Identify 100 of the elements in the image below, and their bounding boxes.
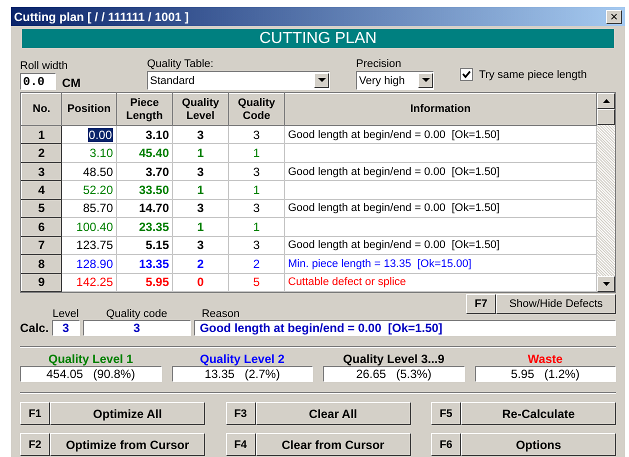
table-cell: 2 <box>172 254 228 273</box>
table-cell: Good length at begin/end = 0.00 [Ok=1.50] <box>284 162 596 181</box>
row-header[interactable]: 5 <box>22 199 62 218</box>
table-cell: 33.50 <box>116 180 172 200</box>
function-key-button[interactable]: F1 <box>20 402 50 425</box>
show-hide-defects-button[interactable]: Show/Hide Defects <box>496 294 616 314</box>
table-cell: 0 <box>172 273 228 292</box>
quality-code-label: Quality code <box>106 308 168 320</box>
summary-value: 26.65 (5.3%) <box>323 366 464 382</box>
table-cell[interactable]: 128.90 <box>76 256 113 271</box>
table-cell: 1 <box>172 144 228 162</box>
roll-width-label: Roll width <box>20 60 69 72</box>
roll-width-field[interactable]: 0.0 <box>20 73 56 90</box>
row-header[interactable]: 7 <box>22 236 62 255</box>
table-cell: Good length at begin/end = 0.00 [Ok=1.50] <box>284 236 596 255</box>
dropdown-arrow-icon <box>318 78 326 83</box>
table-cell: Min. piece length = 13.35 [Ok=15.00] <box>284 254 596 273</box>
action-button[interactable]: Clear All <box>256 402 410 425</box>
summary-value: 5.95 (1.2%) <box>474 366 616 382</box>
action-button[interactable]: Optimize All <box>50 402 205 425</box>
summary-label: Quality Level 2 <box>200 352 285 366</box>
checkbox-label: Try same piece length <box>479 68 587 80</box>
row-header[interactable]: 8 <box>22 254 62 273</box>
close-button[interactable]: × <box>606 10 622 24</box>
column-header[interactable]: Piece Length <box>116 94 172 126</box>
summary-value: 13.35 (2.7%) <box>172 366 313 382</box>
summary-label: Waste <box>528 352 563 366</box>
row-header[interactable]: 2 <box>22 144 62 162</box>
table-cell: 3 <box>172 199 228 218</box>
table-cell: 3 <box>172 162 228 181</box>
table-cell: 5.95 <box>116 273 172 292</box>
quality-table-label: Quality Table: <box>147 58 214 70</box>
row-header[interactable]: 6 <box>22 218 62 236</box>
table-cell: 3 <box>172 236 228 255</box>
checkbox[interactable] <box>460 68 473 81</box>
table-cell[interactable]: 100.40 <box>76 220 113 234</box>
reason-field: Good length at begin/end = 0.00 [Ok=1.50] <box>194 320 616 336</box>
table-cell: 3 <box>228 126 284 144</box>
row-header[interactable]: 4 <box>22 180 62 200</box>
unit-label: CM <box>62 76 81 90</box>
function-key-button[interactable]: F3 <box>226 402 256 425</box>
table-cell: 13.35 <box>116 254 172 273</box>
table-cell: 1 <box>228 180 284 200</box>
precision-dropdown[interactable]: Very high <box>356 71 434 90</box>
function-key-button[interactable]: F5 <box>431 402 461 425</box>
table-cell[interactable]: 48.50 <box>82 164 113 179</box>
table-cell[interactable]: 142.25 <box>76 275 113 290</box>
table-cell: 3 <box>228 162 284 181</box>
summary-label: Quality Level 3...9 <box>343 352 444 366</box>
table-cell: 3 <box>228 236 284 255</box>
table-cell: 5.15 <box>116 236 172 255</box>
table-cell: 1 <box>172 180 228 200</box>
table-cell[interactable]: 3.10 <box>90 146 113 160</box>
scroll-thumb[interactable] <box>597 109 615 125</box>
table-cell: 5 <box>228 273 284 292</box>
column-header[interactable]: Quality Code <box>228 94 284 126</box>
table-cell: 3 <box>228 199 284 218</box>
function-key-button[interactable]: F2 <box>20 433 50 456</box>
action-button[interactable]: Options <box>461 433 616 456</box>
table-cell[interactable]: 0.00 <box>88 128 113 142</box>
row-header[interactable]: 3 <box>22 162 62 181</box>
table-cell: 3.70 <box>116 162 172 181</box>
scroll-down-icon <box>602 282 610 286</box>
function-key-button[interactable]: F6 <box>431 433 461 456</box>
scrollbar[interactable] <box>597 93 615 292</box>
table-cell: Good length at begin/end = 0.00 [Ok=1.50] <box>284 199 596 218</box>
table-cell: 3.10 <box>116 126 172 144</box>
table-cell: Good length at begin/end = 0.00 [Ok=1.50] <box>284 126 596 144</box>
table-cell[interactable]: 52.20 <box>82 183 113 198</box>
table-cell: 2 <box>228 254 284 273</box>
row-header[interactable]: 1 <box>22 126 62 144</box>
table-cell: 45.40 <box>116 144 172 162</box>
row-header[interactable]: 9 <box>22 273 62 292</box>
banner-title: CUTTING PLAN <box>22 29 614 48</box>
table-cell: 1 <box>228 218 284 236</box>
reason-label: Reason <box>202 308 240 320</box>
table-cell: 1 <box>228 144 284 162</box>
table-cell: 14.70 <box>116 199 172 218</box>
action-button[interactable]: Re-Calculate <box>461 402 616 425</box>
action-button[interactable]: Optimize from Cursor <box>50 433 205 456</box>
summary-label: Quality Level 1 <box>48 352 134 366</box>
table-cell[interactable]: 123.75 <box>76 238 113 252</box>
table-cell: Cuttable defect or splice <box>284 273 596 292</box>
table-cell: 23.35 <box>116 218 172 236</box>
quality-table-dropdown[interactable]: Standard <box>147 71 330 90</box>
column-header[interactable]: Quality Level <box>172 94 228 126</box>
scroll-up-icon <box>602 99 610 103</box>
table-cell: 3 <box>172 126 228 144</box>
dropdown-arrow-icon <box>422 78 430 83</box>
level-field: 3 <box>52 320 80 336</box>
level-label: Level <box>52 308 79 320</box>
column-header[interactable]: No. <box>22 94 62 126</box>
function-key-button[interactable]: F4 <box>226 433 256 456</box>
table-cell: 1 <box>172 218 228 236</box>
window-title: Cutting plan [ / / 111111 / 1001 ] <box>14 10 189 24</box>
column-header[interactable]: Position <box>62 94 116 126</box>
table-cell[interactable]: 85.70 <box>82 201 113 216</box>
f7-key-button[interactable]: F7 <box>466 294 496 314</box>
column-header[interactable]: Information <box>284 94 596 126</box>
action-button[interactable]: Clear from Cursor <box>256 433 410 456</box>
